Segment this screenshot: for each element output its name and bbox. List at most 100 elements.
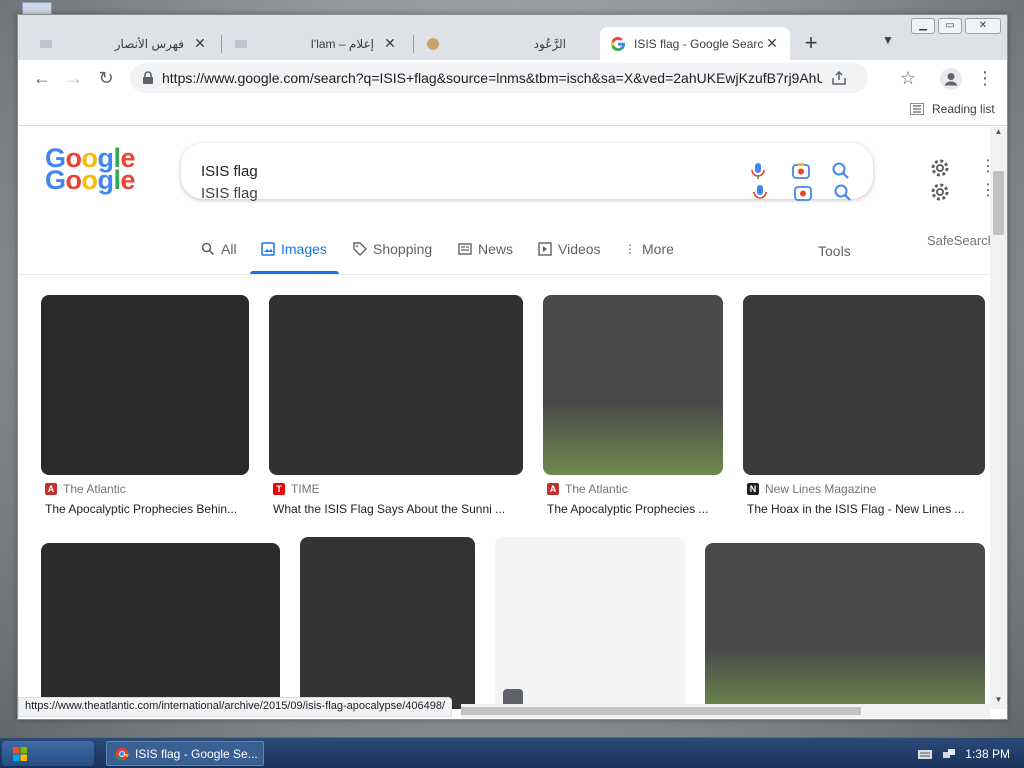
taskbar-item-label: ISIS flag - Google Se... bbox=[135, 746, 258, 761]
tab-3[interactable]: الرَّعُود bbox=[415, 27, 600, 60]
apps-menu-ghost-icon: ⋮ bbox=[980, 181, 990, 201]
source-name: TIME bbox=[291, 482, 320, 496]
tab-videos[interactable]: Videos bbox=[538, 241, 601, 257]
source-name: New Lines Magazine bbox=[765, 482, 877, 496]
search-query-ghost-text: ISIS flag bbox=[201, 185, 258, 202]
horizontal-scrollbar[interactable] bbox=[461, 704, 990, 718]
back-arrow-icon[interactable]: ← bbox=[30, 66, 54, 90]
tab-label: News bbox=[478, 241, 514, 257]
apps-menu-icon[interactable]: ⋮ bbox=[980, 157, 990, 177]
reading-list-button[interactable]: Reading list bbox=[910, 102, 995, 116]
search-query-text[interactable]: ISIS flag bbox=[201, 163, 258, 180]
result-source[interactable]: N New Lines Magazine bbox=[747, 482, 876, 496]
camera-lens-icon[interactable] bbox=[791, 161, 811, 181]
tab-label: All bbox=[221, 241, 237, 257]
tab-close-icon[interactable]: ✕ bbox=[192, 35, 208, 52]
tab-label: Images bbox=[281, 241, 327, 257]
result-title[interactable]: The Hoax in the ISIS Flag - New Lines ..… bbox=[747, 502, 982, 516]
clock[interactable]: 1:38 PM bbox=[965, 747, 1010, 761]
keyboard-icon[interactable] bbox=[917, 746, 933, 762]
safesearch-label[interactable]: SafeSearch bbox=[927, 233, 990, 248]
image-result-7[interactable] bbox=[495, 537, 685, 709]
bookmark-star-icon[interactable]: ☆ bbox=[898, 68, 918, 88]
image-result-2[interactable] bbox=[269, 295, 523, 475]
hscrollbar-thumb[interactable] bbox=[461, 707, 861, 715]
gear-ghost-icon bbox=[931, 183, 949, 201]
tab-images[interactable]: Images bbox=[261, 241, 327, 257]
image-icon bbox=[261, 242, 275, 256]
address-bar[interactable]: https://www.google.com/search?q=ISIS+fla… bbox=[130, 63, 868, 93]
url-text[interactable]: https://www.google.com/search?q=ISIS+fla… bbox=[162, 70, 822, 86]
search-tabs: All Images Shopping News Videos ⋮ More T… bbox=[18, 225, 990, 275]
tab-title: I'lam – إعلام bbox=[310, 36, 374, 51]
tab-close-icon[interactable]: ✕ bbox=[764, 35, 780, 52]
tab-title: الرَّعُود bbox=[533, 36, 566, 51]
site-favicon bbox=[235, 39, 247, 48]
forward-arrow-icon[interactable]: → bbox=[62, 66, 86, 90]
result-title[interactable]: The Apocalyptic Prophecies Behin... bbox=[45, 502, 245, 516]
image-result-5[interactable] bbox=[41, 543, 280, 709]
tab-news[interactable]: News bbox=[458, 241, 513, 257]
vertical-scrollbar[interactable]: ▲ ▼ bbox=[990, 127, 1007, 709]
start-button[interactable] bbox=[2, 741, 94, 766]
site-favicon bbox=[40, 39, 52, 48]
minimize-button[interactable]: ▁ bbox=[911, 18, 935, 34]
scrollbar-thumb[interactable] bbox=[993, 171, 1004, 235]
search-box[interactable]: ISIS flag ISIS flag bbox=[181, 143, 873, 202]
result-source[interactable]: A The Atlantic bbox=[547, 482, 628, 496]
tab-2[interactable]: I'lam – إعلام ✕ bbox=[223, 27, 408, 60]
tab-label: More bbox=[642, 241, 674, 257]
more-dots-icon: ⋮ bbox=[624, 242, 636, 256]
google-logo-ghost: Google bbox=[45, 165, 136, 195]
profile-avatar-icon[interactable] bbox=[940, 68, 962, 90]
tab-shopping[interactable]: Shopping bbox=[353, 241, 432, 257]
taskbar-item-chrome[interactable]: ISIS flag - Google Se... bbox=[106, 741, 264, 766]
lock-icon bbox=[143, 71, 153, 84]
gear-icon[interactable] bbox=[929, 157, 951, 179]
new-tab-button[interactable]: + bbox=[798, 31, 824, 57]
network-icon[interactable] bbox=[941, 746, 957, 762]
result-source[interactable]: A The Atlantic bbox=[45, 482, 126, 496]
close-window-button[interactable]: ✕ bbox=[965, 18, 1001, 34]
result-source[interactable]: T TIME bbox=[273, 482, 320, 496]
tab-label: Shopping bbox=[373, 241, 433, 257]
tab-separator bbox=[221, 35, 222, 53]
microphone-ghost-icon bbox=[753, 185, 767, 199]
browser-menu-icon[interactable]: ⋮ bbox=[976, 66, 994, 90]
scroll-down-icon[interactable]: ▼ bbox=[990, 695, 1007, 709]
google-icon bbox=[611, 36, 625, 51]
result-title[interactable]: What the ISIS Flag Says About the Sunni … bbox=[273, 502, 518, 516]
result-title[interactable]: The Apocalyptic Prophecies ... bbox=[547, 502, 722, 516]
tab-close-icon[interactable]: ✕ bbox=[382, 35, 398, 52]
play-icon bbox=[538, 242, 552, 256]
search-icon bbox=[201, 242, 215, 256]
source-favicon-icon: A bbox=[45, 483, 57, 495]
tab-strip: فهرس الأنصار ✕ I'lam – إعلام ✕ الرَّعُود… bbox=[18, 15, 1007, 60]
image-result-4[interactable] bbox=[743, 295, 985, 475]
tag-icon bbox=[353, 242, 367, 256]
image-result-1[interactable] bbox=[41, 295, 249, 475]
windows-logo-icon bbox=[13, 747, 27, 761]
active-tab-indicator bbox=[250, 271, 339, 274]
image-result-6[interactable] bbox=[300, 537, 475, 709]
tab-google-search[interactable]: ISIS flag - Google Search ✕ bbox=[600, 27, 790, 60]
tools-button[interactable]: Tools bbox=[818, 243, 851, 259]
tab-separator bbox=[413, 35, 414, 53]
system-tray: 1:38 PM bbox=[884, 741, 1024, 766]
taskbar: ISIS flag - Google Se... 1:38 PM bbox=[0, 737, 1024, 768]
browser-window: فهرس الأنصار ✕ I'lam – إعلام ✕ الرَّعُود… bbox=[17, 14, 1008, 720]
tab-1[interactable]: فهرس الأنصار ✕ bbox=[28, 27, 218, 60]
tab-more[interactable]: ⋮ More bbox=[624, 241, 674, 257]
microphone-icon[interactable] bbox=[748, 161, 768, 181]
share-icon[interactable] bbox=[830, 69, 848, 87]
scroll-up-icon[interactable]: ▲ bbox=[990, 127, 1007, 141]
maximize-button[interactable]: ▭ bbox=[938, 18, 962, 34]
tab-search-chevron-icon[interactable]: ▼ bbox=[878, 33, 898, 53]
bookmarks-bar: Reading list bbox=[18, 96, 1007, 126]
tab-all[interactable]: All bbox=[201, 241, 237, 257]
search-icon[interactable] bbox=[831, 161, 851, 181]
reload-icon[interactable]: ↻ bbox=[94, 66, 118, 90]
chrome-icon bbox=[115, 747, 129, 760]
image-result-3[interactable] bbox=[543, 295, 723, 475]
image-result-8[interactable] bbox=[705, 543, 985, 709]
